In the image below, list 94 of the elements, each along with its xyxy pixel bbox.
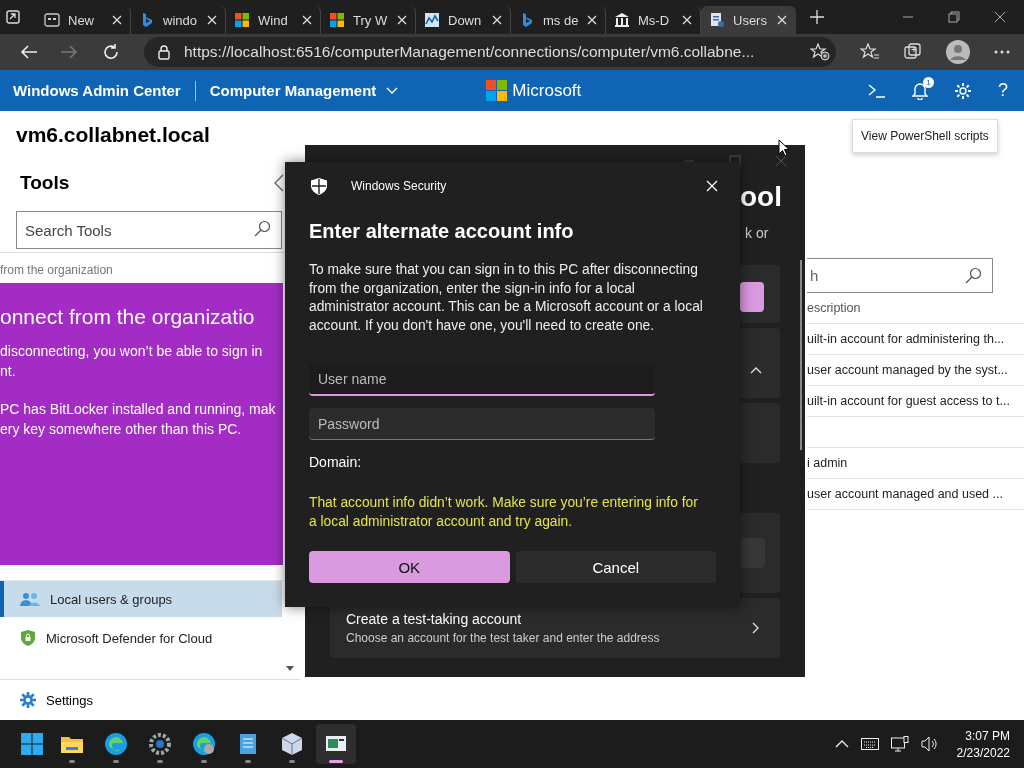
tooltip: View PowerShell scripts <box>852 119 998 153</box>
collapse-icon[interactable] <box>274 174 284 192</box>
add-favorite-icon[interactable] <box>810 43 830 61</box>
table-cell: uilt-in account for guest access to t... <box>807 394 1010 408</box>
panel-text: PC has BitLocker installed and running, mak <box>0 400 277 419</box>
brand-name: Microsoft <box>512 80 582 101</box>
tab-favicon-icon <box>424 12 440 28</box>
error-message: That account info didn’t work. Make sure you’re entering info for a local administrator account and try again. <box>309 494 699 531</box>
network-icon[interactable] <box>890 736 909 752</box>
favorites-icon[interactable] <box>860 43 880 61</box>
panel-title: onnect from the organizatio <box>0 305 256 329</box>
panel-text: ery key somewhere other than this PC. <box>0 420 243 439</box>
date: 2/23/2022 <box>956 745 1010 760</box>
close-tab-icon[interactable] <box>302 15 312 25</box>
tab-favicon-icon <box>709 12 725 28</box>
notifications-icon[interactable] <box>912 81 928 100</box>
close-icon[interactable] <box>994 11 1006 23</box>
tab-favicon-icon <box>44 12 60 28</box>
scrollbar[interactable] <box>800 260 802 450</box>
description-text: k or <box>745 225 769 241</box>
close-tab-icon[interactable] <box>682 15 692 25</box>
tab-favicon-icon <box>614 12 630 28</box>
tool-item[interactable]: Local users & groups <box>0 581 282 617</box>
restore-icon[interactable] <box>948 11 960 23</box>
address-field[interactable]: https://localhost:6516/computerManagement/connections/computer/vm6.collabne... <box>144 37 836 67</box>
close-tab-icon[interactable] <box>492 15 502 25</box>
input-field[interactable]: Password <box>309 408 655 440</box>
chevron-up-icon[interactable] <box>834 740 849 748</box>
panel-text: disconnecting, you won’t be able to sign in <box>0 342 264 361</box>
table-cell: uilt-in account for administering th... <box>807 332 1005 346</box>
browser-icon <box>192 732 216 756</box>
close-tab-icon[interactable] <box>587 15 597 25</box>
close-tab-icon[interactable] <box>207 15 217 25</box>
tab-favicon-icon <box>234 12 250 28</box>
table-cell: user account managed and used ... <box>807 487 1003 501</box>
start-icon[interactable] <box>21 733 43 755</box>
app-title[interactable]: Windows Admin Center <box>13 82 181 99</box>
gear-icon <box>148 732 172 756</box>
close-tab-icon[interactable] <box>777 15 787 25</box>
tool-item[interactable]: Microsoft Defender for Cloud <box>0 620 282 656</box>
time: 3:07 PM <box>965 728 1010 743</box>
cancel-button[interactable]: Cancel <box>515 551 716 583</box>
ok-button[interactable]: OK <box>309 551 510 583</box>
section-dropdown[interactable]: Computer Management <box>209 82 399 99</box>
volume-icon[interactable] <box>920 736 939 752</box>
dialog-message: To make sure that you can sign in to this PC after disconnecting from the organization, enter the sign-in info for a local administrator account. This can be a Microsoft account or a local account. If you don't have one, you'll need to create one. <box>309 261 704 335</box>
shield-icon <box>311 177 327 195</box>
users-search-field[interactable]: h <box>807 258 993 293</box>
domain-label: Domain: <box>309 454 363 470</box>
clock[interactable]: 3:07 PM 2/23/2022 <box>956 728 1010 760</box>
panel-text: nt. <box>0 362 17 381</box>
powershell-icon[interactable] <box>868 83 886 98</box>
profile-avatar-icon[interactable] <box>946 40 970 64</box>
tools-heading: Tools <box>20 172 70 194</box>
keyboard-icon[interactable] <box>860 738 879 750</box>
table-cell: i admin <box>807 456 848 470</box>
page-heading: ool <box>740 181 782 212</box>
breadcrumb: from the organization <box>0 262 114 279</box>
server-name: vm6.collabnet.local <box>15 122 211 148</box>
gear-icon <box>20 692 36 708</box>
search-icon <box>254 220 271 237</box>
dialog-app-name: Windows Security <box>351 179 447 193</box>
lock-icon <box>158 44 170 60</box>
mouse-pointer-icon <box>778 139 790 157</box>
scroll-down-icon[interactable] <box>286 666 294 671</box>
search-icon <box>965 267 982 284</box>
search-field[interactable]: Search Tools <box>16 211 282 249</box>
chevron-right-icon <box>752 622 760 634</box>
cube-icon <box>280 732 304 756</box>
column-header[interactable]: escription <box>807 301 861 315</box>
shield-icon <box>20 629 36 647</box>
close-tab-icon[interactable] <box>397 15 407 25</box>
back-icon[interactable] <box>20 44 38 60</box>
help-button[interactable]: ? <box>998 80 1008 101</box>
microsoft-logo-icon <box>486 80 508 101</box>
refresh-icon[interactable] <box>102 43 120 61</box>
more-icon[interactable] <box>994 50 1010 54</box>
users-icon <box>20 591 40 607</box>
browser-icon <box>104 732 128 756</box>
taskbar-app[interactable] <box>316 724 356 764</box>
new-tab-icon[interactable] <box>810 10 824 24</box>
collections-icon[interactable] <box>904 43 922 61</box>
settings-icon[interactable] <box>954 81 972 100</box>
chevron-down-icon <box>386 86 399 95</box>
dialog-title: Enter alternate account info <box>309 220 575 243</box>
forward-icon[interactable] <box>60 44 78 60</box>
table-cell: user account managed by the syst... <box>807 363 1008 377</box>
notification-count: 1 <box>923 76 934 88</box>
input-field[interactable]: User name <box>309 364 655 396</box>
close-tab-icon[interactable] <box>112 15 122 25</box>
chevron-up-icon[interactable] <box>750 366 762 374</box>
tab-favicon-icon <box>329 12 345 28</box>
tab-actions-icon[interactable] <box>6 10 20 24</box>
browser-tab[interactable]: Users <box>701 6 796 34</box>
